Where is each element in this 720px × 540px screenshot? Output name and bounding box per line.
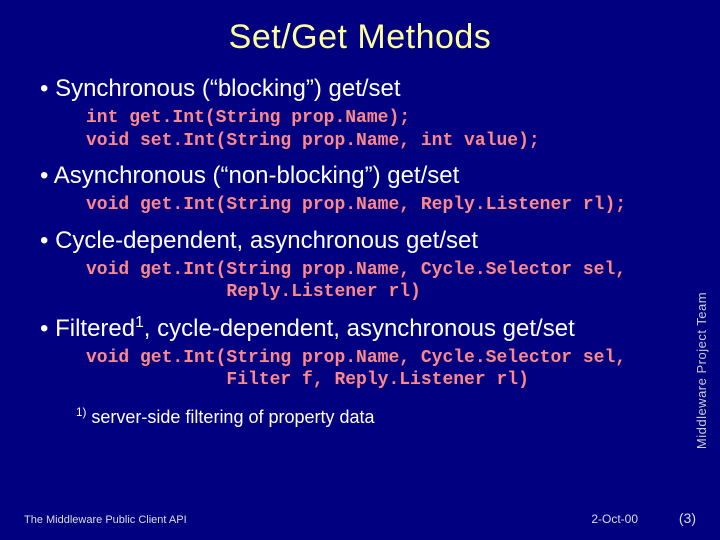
bullet-filtered: Filtered1, cycle-dependent, asynchronous… (34, 314, 686, 343)
code-cycle-dependent: void get.Int(String prop.Name, Cycle.Sel… (34, 259, 686, 304)
footer-left: The Middleware Public Client API (24, 514, 187, 526)
code-asynchronous: void get.Int(String prop.Name, Reply.Lis… (34, 194, 686, 217)
footer-date: 2-Oct-00 (591, 512, 638, 526)
footnote-text: server-side filtering of property data (86, 407, 374, 427)
side-label-container: Middleware Project Team (688, 0, 716, 540)
bullet-filtered-sup: 1 (135, 314, 144, 331)
footnote-marker: 1) (76, 406, 86, 419)
footnote: 1) server-side filtering of property dat… (34, 406, 686, 428)
slide: Set/Get Methods Synchronous (“blocking”)… (0, 0, 720, 540)
bullet-cycle-dependent: Cycle-dependent, asynchronous get/set (34, 227, 686, 255)
bullet-synchronous: Synchronous (“blocking”) get/set (34, 75, 686, 103)
code-synchronous: int get.Int(String prop.Name); void set.… (34, 107, 686, 152)
bullet-filtered-post: , cycle-dependent, asynchronous get/set (144, 315, 575, 342)
side-label: Middleware Project Team (695, 291, 710, 448)
slide-title: Set/Get Methods (34, 18, 686, 57)
bullet-asynchronous: Asynchronous (“non-blocking”) get/set (34, 162, 686, 190)
bullet-filtered-pre: Filtered (55, 315, 135, 342)
code-filtered: void get.Int(String prop.Name, Cycle.Sel… (34, 347, 686, 392)
